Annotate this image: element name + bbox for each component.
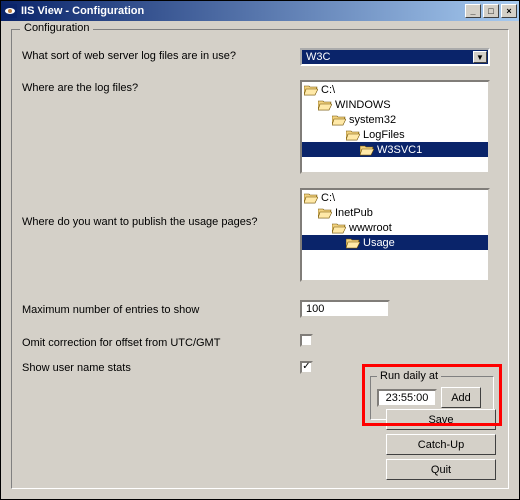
folder-open-icon: [332, 114, 346, 126]
log-type-value: W3C: [306, 51, 330, 63]
folder-open-icon: [346, 129, 360, 141]
close-button[interactable]: ×: [501, 4, 517, 18]
tree-node[interactable]: WINDOWS: [302, 97, 488, 112]
tree-node-label: W3SVC1: [377, 144, 422, 156]
log-path-tree[interactable]: C:\WINDOWS system32 LogFiles W3SVC1: [300, 80, 490, 174]
minimize-button[interactable]: _: [465, 4, 481, 18]
titlebar: IIS View - Configuration _ □ ×: [1, 1, 519, 21]
tree-node[interactable]: LogFiles: [302, 127, 488, 142]
tree-node[interactable]: system32: [302, 112, 488, 127]
tree-node[interactable]: Usage: [302, 235, 488, 250]
log-type-label: What sort of web server log files are in…: [22, 48, 292, 62]
tree-node[interactable]: W3SVC1: [302, 142, 488, 157]
folder-open-icon: [304, 192, 318, 204]
tree-node[interactable]: wwwroot: [302, 220, 488, 235]
tree-node-label: LogFiles: [363, 129, 405, 141]
schedule-time-input[interactable]: [377, 389, 437, 407]
log-type-dropdown[interactable]: W3C ▼: [300, 48, 490, 66]
folder-open-icon: [304, 84, 318, 96]
scheduler-legend: Run daily at: [377, 370, 441, 382]
add-button[interactable]: Add: [441, 387, 481, 408]
tree-node-label: Usage: [363, 237, 395, 249]
eye-icon: [3, 4, 17, 18]
catchup-button[interactable]: Catch-Up: [386, 434, 496, 455]
group-legend: Configuration: [20, 22, 93, 34]
window-controls: _ □ ×: [465, 4, 517, 18]
tree-node[interactable]: C:\: [302, 190, 488, 205]
app-window: IIS View - Configuration _ □ × Configura…: [0, 0, 520, 500]
tree-node-label: system32: [349, 114, 396, 126]
log-path-label: Where are the log files?: [22, 80, 292, 94]
show-user-checkbox[interactable]: ✓: [300, 361, 313, 374]
show-user-label: Show user name stats: [22, 360, 292, 374]
tree-node-label: C:\: [321, 84, 335, 96]
folder-open-icon: [360, 144, 374, 156]
omit-offset-checkbox[interactable]: [300, 334, 313, 347]
omit-offset-label: Omit correction for offset from UTC/GMT: [22, 335, 292, 349]
publish-path-label: Where do you want to publish the usage p…: [22, 188, 292, 228]
tree-node-label: wwwroot: [349, 222, 392, 234]
tree-node[interactable]: InetPub: [302, 205, 488, 220]
folder-open-icon: [332, 222, 346, 234]
folder-open-icon: [318, 207, 332, 219]
max-entries-label: Maximum number of entries to show: [22, 302, 292, 316]
action-buttons: Save Catch-Up Quit: [386, 409, 496, 480]
window-title: IIS View - Configuration: [21, 5, 465, 17]
client-area: Configuration What sort of web server lo…: [1, 21, 519, 499]
tree-node[interactable]: C:\: [302, 82, 488, 97]
tree-node-label: WINDOWS: [335, 99, 391, 111]
configuration-group: Configuration What sort of web server lo…: [11, 29, 509, 489]
max-entries-input[interactable]: [300, 300, 390, 318]
quit-button[interactable]: Quit: [386, 459, 496, 480]
chevron-down-icon[interactable]: ▼: [473, 51, 487, 63]
tree-node-label: InetPub: [335, 207, 373, 219]
tree-node-label: C:\: [321, 192, 335, 204]
publish-path-tree[interactable]: C:\InetPub wwwroot Usage: [300, 188, 490, 282]
maximize-button[interactable]: □: [483, 4, 499, 18]
folder-open-icon: [346, 237, 360, 249]
save-button[interactable]: Save: [386, 409, 496, 430]
folder-open-icon: [318, 99, 332, 111]
